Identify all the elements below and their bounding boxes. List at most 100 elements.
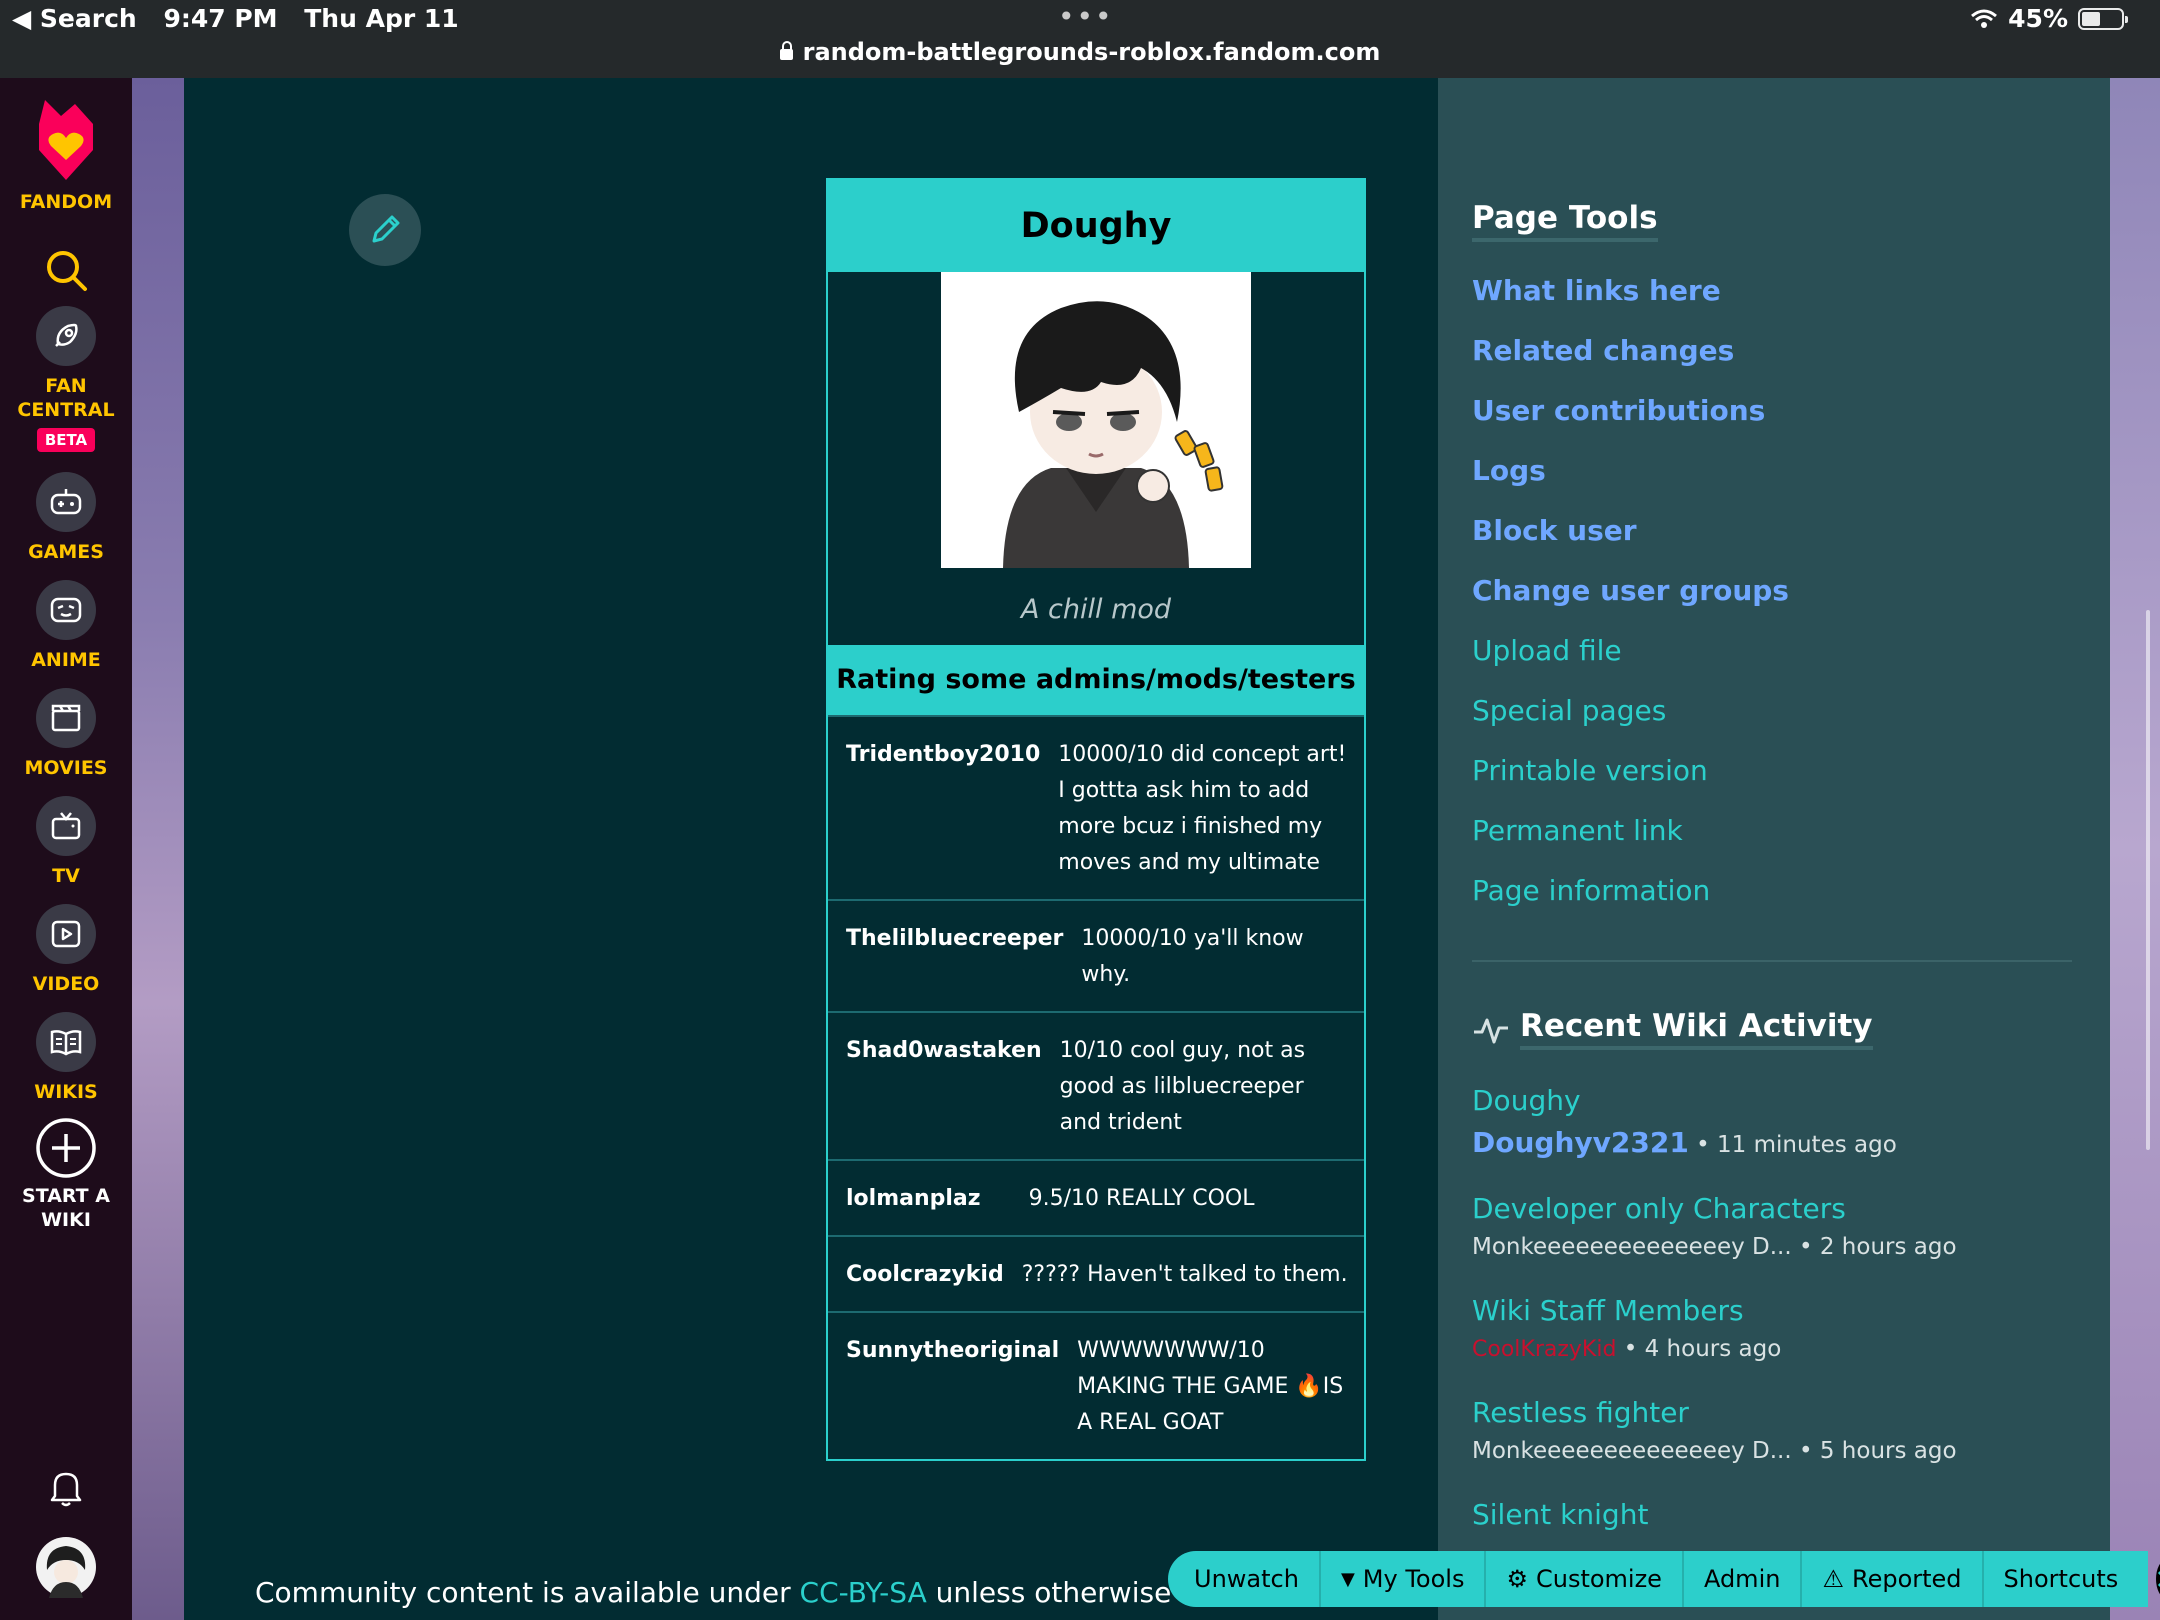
- rail-item-start-a-wiki[interactable]: START A WIKI: [0, 1116, 132, 1232]
- back-to-search[interactable]: ◀ Search: [12, 4, 137, 33]
- caret-down-icon: ▼: [1340, 1568, 1355, 1590]
- url-bar[interactable]: random-battlegrounds-roblox.fandom.com: [0, 38, 2160, 66]
- page-tools-heading: Page Tools: [1472, 200, 1658, 242]
- rail-label: TV: [52, 865, 80, 887]
- bell-icon: [50, 1472, 82, 1507]
- rail-label: START A WIKI: [22, 1185, 110, 1231]
- activity-user[interactable]: Monkeeeeeeeeeeeeeey D...: [1472, 1234, 1792, 1260]
- rating-value: 10/10 cool guy, not as good as lilbluecr…: [1059, 1038, 1306, 1135]
- tool-printable-version[interactable]: Printable version: [1472, 754, 1708, 787]
- activity-item-meta: Monkeeeeeeeeeeeeeey D... • 5 hours ago: [1472, 1438, 1957, 1464]
- status-date: Thu Apr 11: [304, 4, 459, 33]
- user-avatar[interactable]: [0, 1536, 132, 1604]
- my-tools-button[interactable]: ▼ My Tools: [1321, 1551, 1487, 1607]
- shortcuts-label: Shortcuts: [2003, 1565, 2119, 1593]
- license-footer: Community content is available under CC-…: [255, 1576, 1270, 1609]
- infobox-title: Doughy: [828, 180, 1364, 272]
- tool-page-information[interactable]: Page information: [1472, 874, 1710, 907]
- fandom-home[interactable]: FANDOM: [0, 94, 132, 214]
- search-icon: [47, 251, 87, 291]
- notifications-button[interactable]: [0, 1468, 132, 1514]
- ios-status-bar: ◀ Search 9:47 PM Thu Apr 11 ••• random-b…: [0, 0, 2160, 78]
- beta-badge: BETA: [36, 428, 96, 452]
- license-prefix: Community content is available under: [255, 1576, 800, 1609]
- rail-item-anime[interactable]: ANIME: [0, 580, 132, 672]
- rocket-icon: [36, 306, 96, 366]
- sidebar-divider: [1472, 960, 2072, 962]
- user-infobox: Doughy A chill mod Rating some admins/mo…: [826, 178, 1366, 1461]
- rail-item-tv[interactable]: TV: [0, 796, 132, 888]
- tool-what-links-here[interactable]: What links here: [1472, 274, 1721, 307]
- tool-block-user[interactable]: Block user: [1472, 514, 1637, 547]
- edit-button[interactable]: [349, 194, 421, 266]
- customize-button[interactable]: ⚙ Customize: [1486, 1551, 1684, 1607]
- tool-logs[interactable]: Logs: [1472, 454, 1546, 487]
- tool-user-contributions[interactable]: User contributions: [1472, 394, 1765, 427]
- play-video-icon: [36, 904, 96, 964]
- battery-percent: 45%: [2008, 4, 2068, 33]
- activity-item-title[interactable]: Restless fighter: [1472, 1396, 1689, 1429]
- activity-item-meta: Monkeeeeeeeeeeeeeey D... • 2 hours ago: [1472, 1234, 1957, 1260]
- activity-time: • 5 hours ago: [1798, 1438, 1957, 1464]
- activity-time: • 4 hours ago: [1623, 1336, 1782, 1362]
- background-art-left: [132, 78, 184, 1620]
- license-link[interactable]: CC-BY-SA: [800, 1576, 927, 1609]
- tv-icon: [36, 796, 96, 856]
- tool-related-changes[interactable]: Related changes: [1472, 334, 1734, 367]
- rating-value: 10000/10 did concept art! I gottta ask h…: [1058, 742, 1347, 875]
- rating-row: Tridentboy2010 10000/10 did concept art!…: [828, 715, 1364, 899]
- rating-row: Coolcrazykid ????? Haven't talked to the…: [828, 1235, 1364, 1311]
- tool-upload-file[interactable]: Upload file: [1472, 634, 1622, 667]
- gamepad-icon: [36, 472, 96, 532]
- search-button[interactable]: [0, 248, 132, 298]
- activity-item-meta: CoolKrazyKid • 4 hours ago: [1472, 1336, 1781, 1362]
- rail-item-wikis[interactable]: WIKIS: [0, 1012, 132, 1104]
- recent-activity-heading: Recent Wiki Activity: [1520, 1008, 1873, 1050]
- rating-user: Sunnytheoriginal: [846, 1338, 1060, 1363]
- rating-row: Sunnytheoriginal WWWWWWW/10 MAKING THE G…: [828, 1311, 1364, 1459]
- rating-user: lolmanplaz: [846, 1186, 981, 1211]
- rating-user: Thelilbluecreeper: [846, 926, 1064, 951]
- avatar: [36, 1537, 96, 1598]
- activity-pulse-icon: [1474, 1018, 1508, 1044]
- rating-user: Tridentboy2010: [846, 742, 1041, 767]
- activity-item-meta: Doughyv2321 • 11 minutes ago: [1472, 1126, 1897, 1159]
- activity-user[interactable]: Doughyv2321: [1472, 1126, 1689, 1159]
- admin-button[interactable]: Admin: [1684, 1551, 1803, 1607]
- tool-special-pages[interactable]: Special pages: [1472, 694, 1666, 727]
- rail-label: FAN CENTRAL: [17, 375, 115, 421]
- shortcuts-button[interactable]: Shortcuts: [1984, 1551, 2139, 1607]
- reported-button[interactable]: ⚠ Reported: [1802, 1551, 1984, 1607]
- rating-user: Shad0wastaken: [846, 1038, 1042, 1063]
- rail-item-fan-central[interactable]: FAN CENTRAL BETA: [0, 306, 132, 452]
- status-left: ◀ Search 9:47 PM Thu Apr 11: [12, 4, 477, 33]
- rail-item-games[interactable]: GAMES: [0, 472, 132, 564]
- my-tools-label: My Tools: [1362, 1565, 1465, 1593]
- rail-item-movies[interactable]: MOVIES: [0, 688, 132, 780]
- rating-user: Coolcrazykid: [846, 1262, 1004, 1287]
- battery-icon: [2078, 7, 2128, 30]
- page-scrollbar[interactable]: [2146, 610, 2150, 1150]
- activity-item-title[interactable]: Developer only Characters: [1472, 1192, 1846, 1225]
- clapperboard-icon: [36, 688, 96, 748]
- rail-item-video[interactable]: VIDEO: [0, 904, 132, 996]
- plus-circle-icon: [36, 1118, 96, 1178]
- multitasking-dots-icon[interactable]: •••: [1058, 0, 1114, 33]
- activity-item-title[interactable]: Wiki Staff Members: [1472, 1294, 1744, 1327]
- activity-user[interactable]: CoolKrazyKid: [1472, 1337, 1616, 1362]
- activity-item-title[interactable]: Doughy: [1472, 1084, 1581, 1117]
- rating-value: WWWWWWW/10 MAKING THE GAME 🔥IS A REAL GO…: [1077, 1338, 1344, 1435]
- reported-label: Reported: [1851, 1565, 1962, 1593]
- right-rail: Page Tools What links here Related chang…: [1438, 78, 2110, 1620]
- fandom-logo-icon: [39, 100, 93, 180]
- tool-change-user-groups[interactable]: Change user groups: [1472, 574, 1789, 607]
- activity-item-title[interactable]: Silent knight: [1472, 1498, 1648, 1531]
- tool-permanent-link[interactable]: Permanent link: [1472, 814, 1683, 847]
- community-toolbar: Unwatch ▼ My Tools ⚙ Customize Admin ⚠ Repo…: [1168, 1551, 2160, 1607]
- rating-value: 9.5/10 REALLY COOL: [1028, 1186, 1255, 1211]
- rating-value: 10000/10 ya'll know why.: [1081, 926, 1304, 987]
- unwatch-button[interactable]: Unwatch: [1168, 1551, 1321, 1607]
- admin-label: Admin: [1703, 1565, 1781, 1593]
- activity-user[interactable]: Monkeeeeeeeeeeeeeey D...: [1472, 1438, 1792, 1464]
- status-time: 9:47 PM: [163, 4, 278, 33]
